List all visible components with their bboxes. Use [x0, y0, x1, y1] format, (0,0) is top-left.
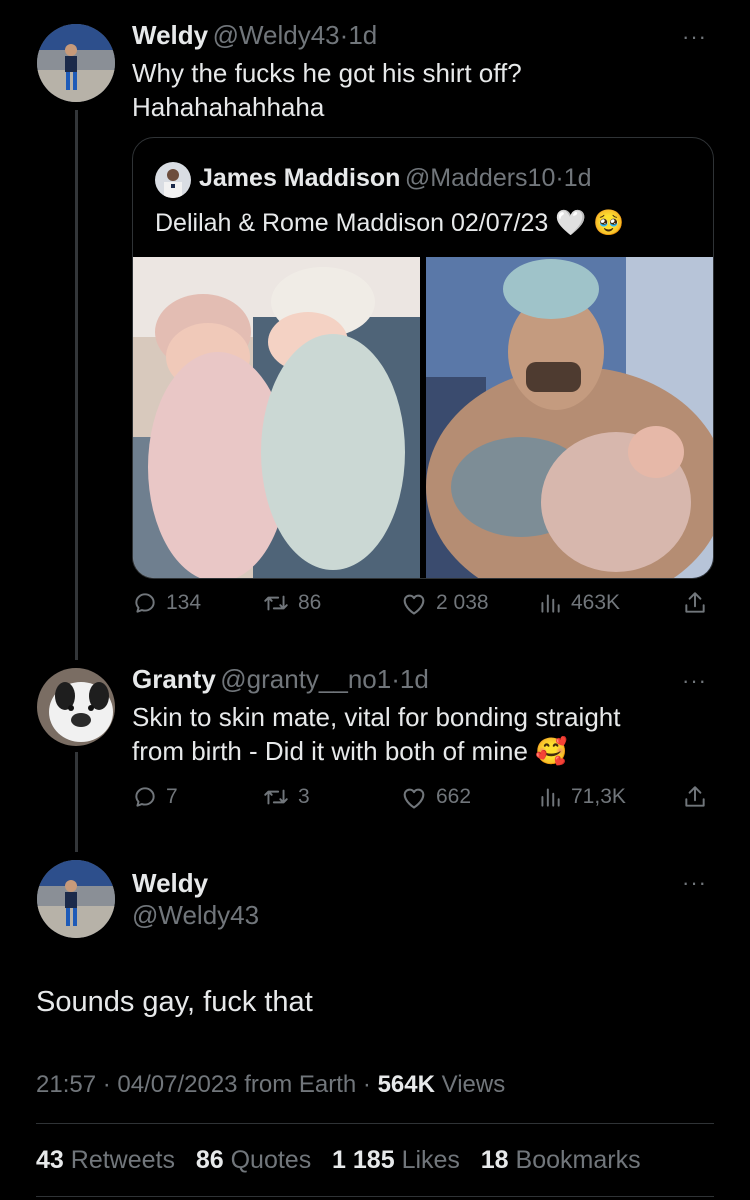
engagement-stats: 43 Retweets 86 Quotes 1 185 Likes 18 Boo…	[36, 1146, 641, 1175]
bookmarks-stat[interactable]: 18 Bookmarks	[481, 1146, 641, 1174]
quote-author-handle: @Madders10	[404, 164, 556, 192]
retweet-button[interactable]: 86	[262, 590, 321, 616]
reply-icon	[135, 593, 155, 613]
author-name[interactable]: Weldy	[132, 868, 208, 899]
views-label: Views	[441, 1071, 506, 1098]
retweet-button[interactable]: 3	[262, 784, 310, 810]
retweets-stat[interactable]: 43 Retweets	[36, 1146, 175, 1174]
like-button[interactable]: 662	[400, 784, 471, 810]
tweet-meta: 21:57 · 04/07/2023 from Earth · 564K Vie…	[36, 1071, 505, 1099]
likes-stat[interactable]: 1 185 Likes	[332, 1146, 460, 1174]
views-count: 564K	[377, 1071, 435, 1098]
avatar[interactable]	[37, 668, 115, 746]
views-chart-icon	[541, 788, 560, 807]
reply-count: 134	[166, 591, 202, 614]
tweet-header: Weldy @Weldy43·1d	[132, 20, 377, 51]
babies-photo[interactable]	[133, 257, 420, 578]
heart-icon	[403, 788, 425, 809]
author-handle[interactable]: @Weldy43	[132, 900, 259, 931]
quote-author-name: James Maddison	[199, 164, 401, 192]
more-options-icon[interactable]: ···	[682, 24, 707, 50]
tweet-text-line: Skin to skin mate, vital for bonding str…	[132, 702, 621, 732]
views-button[interactable]: 71,3K	[537, 784, 626, 810]
like-count: 2 038	[436, 591, 489, 614]
separator: ·	[555, 164, 564, 192]
like-button[interactable]: 2 038	[400, 590, 489, 616]
author-name[interactable]: Weldy	[132, 20, 208, 50]
tweet-source: from Earth	[244, 1071, 357, 1098]
views-chart-icon	[541, 594, 560, 613]
separator: ·	[362, 1071, 371, 1098]
view-count: 71,3K	[571, 785, 626, 808]
main-tweet-text: Sounds gay, fuck that	[36, 986, 313, 1018]
quotes-stat[interactable]: 86 Quotes	[196, 1146, 311, 1174]
tweet-text-line: from birth - Did it with both of mine 🥰	[132, 736, 568, 766]
share-icon	[685, 592, 705, 613]
reply-count: 7	[166, 785, 178, 808]
thread-line	[75, 752, 78, 852]
reply-button[interactable]: 134	[132, 590, 201, 616]
heart-icon	[403, 594, 425, 615]
like-count: 662	[436, 785, 472, 808]
tweet-text-line: Hahahahahhaha	[132, 92, 325, 122]
tweet-header: Granty @granty__no1·1d	[132, 664, 429, 695]
share-icon	[685, 786, 705, 807]
separator: ·	[391, 664, 400, 694]
quoted-tweet[interactable]: James Maddison @Madders10·1d Delilah & R…	[132, 137, 714, 579]
avatar[interactable]	[37, 24, 115, 102]
timestamp[interactable]: 1d	[348, 20, 377, 50]
quote-timestamp: 1d	[563, 164, 592, 192]
reply-button[interactable]: 7	[132, 784, 178, 810]
reply-icon	[135, 787, 155, 807]
separator: ·	[102, 1071, 111, 1098]
timestamp[interactable]: 1d	[400, 664, 429, 694]
tweet-time[interactable]: 21:57	[36, 1071, 96, 1098]
retweet-icon	[264, 595, 288, 611]
share-button[interactable]	[682, 784, 708, 810]
author-handle[interactable]: @Weldy43	[213, 20, 340, 50]
tweet-text: Why the fucks he got his shirt off? Haha…	[132, 56, 522, 124]
share-button[interactable]	[682, 590, 708, 616]
view-count: 463K	[571, 591, 621, 614]
divider	[36, 1196, 714, 1197]
views-button[interactable]: 463K	[537, 590, 620, 616]
author-handle[interactable]: @granty__no1	[220, 664, 391, 694]
thread-line	[75, 110, 78, 660]
author-name[interactable]: Granty	[132, 664, 216, 694]
more-options-icon[interactable]: ···	[682, 668, 707, 694]
quote-avatar	[155, 162, 191, 198]
divider	[36, 1123, 714, 1124]
retweet-count: 3	[298, 785, 310, 808]
quote-text: Delilah & Rome Maddison 02/07/23 🤍 🥹	[155, 209, 625, 237]
quote-header: James Maddison @Madders10·1d	[199, 164, 592, 193]
tweet-text-line: Why the fucks he got his shirt off?	[132, 58, 522, 88]
tweet-text: Skin to skin mate, vital for bonding str…	[132, 700, 620, 768]
tweet-date[interactable]: 04/07/2023	[117, 1071, 237, 1098]
avatar[interactable]	[37, 860, 115, 938]
more-options-icon[interactable]: ···	[682, 870, 707, 896]
father-photo[interactable]	[426, 257, 713, 578]
retweet-icon	[264, 789, 288, 805]
retweet-count: 86	[298, 591, 322, 614]
